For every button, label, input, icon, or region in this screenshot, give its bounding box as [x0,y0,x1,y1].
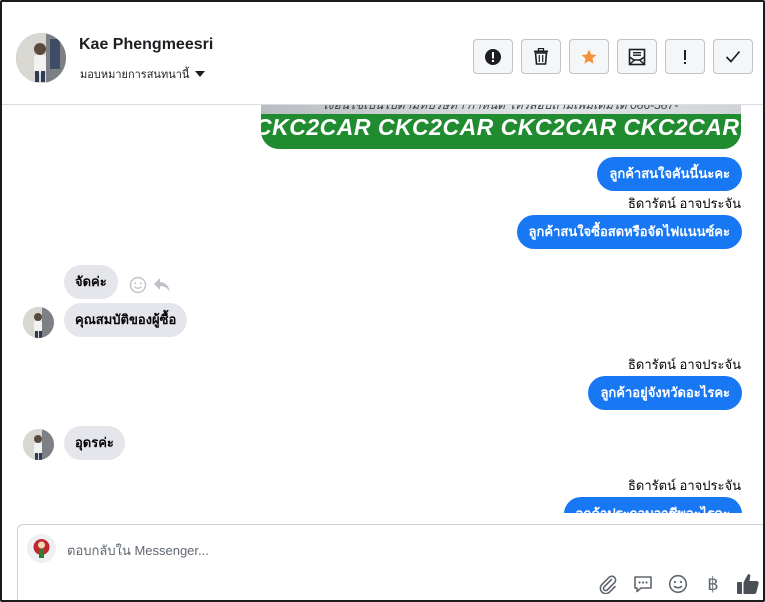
contact-avatar-small[interactable] [23,429,54,460]
star-button[interactable] [569,39,609,74]
message-outgoing[interactable]: ลูกค้าสนใจคันนี้นะคะ [597,157,742,191]
paperclip-icon [599,575,617,594]
sender-name: ธิดารัตน์ อาจประจัน [627,196,741,211]
conversation-header: Kae Phengmeesri มอบหมายการสนทนานี้ [2,2,763,105]
check-icon [725,50,741,63]
message-incoming[interactable]: จัดค่ะ [64,265,118,299]
alert-circle-icon [485,48,501,65]
contact-avatar[interactable] [16,33,66,83]
reply-input[interactable] [67,539,667,561]
page-avatar [27,534,56,563]
delete-button[interactable] [521,39,561,74]
message-outgoing[interactable]: ลูกค้าสนใจซื้อสดหรือจัดไฟแนนซ์คะ [516,215,742,249]
envelope-archive-icon [628,48,646,65]
conversation-window: Kae Phengmeesri มอบหมายการสนทนานี้ *เงื่… [0,0,765,602]
conversation-actions [473,39,753,74]
mark-spam-button[interactable] [473,39,513,74]
chat-bubble-icon [634,576,652,593]
assign-conversation-dropdown[interactable]: มอบหมายการสนทนานี้ [80,65,206,83]
reply-icon[interactable] [153,277,171,293]
star-icon [581,49,597,64]
image-attachment[interactable]: *เงื่อนไขเป็นไปตามที่บริษัทฯ กำหนด โทรสอ… [261,105,741,149]
mark-done-button[interactable] [713,39,753,74]
sender-name: ธิดารัตน์ อาจประจัน [627,478,741,493]
reply-composer: ฿ [17,524,763,600]
smiley-icon [668,574,688,594]
message-incoming[interactable]: คุณสมบัติของผู้ซื้อ [64,303,188,337]
baht-icon: ฿ [707,573,719,595]
composer-tools: ฿ [596,572,760,596]
message-outgoing[interactable]: ลูกค้าประกอบอาชีพอะไรคะ [563,497,742,513]
exclamation-icon [684,49,686,64]
like-button[interactable] [736,572,760,596]
payment-button[interactable]: ฿ [701,572,725,596]
message-hover-actions [129,276,171,294]
attach-button[interactable] [596,572,620,596]
trash-icon [534,48,548,65]
contact-name[interactable]: Kae Phengmeesri [79,36,213,54]
follow-up-button[interactable] [665,39,705,74]
message-outgoing[interactable]: ลูกค้าอยู่จังหวัดอะไรคะ [588,376,742,410]
contact-avatar-small[interactable] [23,307,54,338]
emoji-reaction-icon[interactable] [129,276,147,294]
saved-replies-button[interactable] [631,572,655,596]
message-incoming[interactable]: อุดรค่ะ [64,426,125,460]
message-thread[interactable]: *เงื่อนไขเป็นไปตามที่บริษัทฯ กำหนด โทรสอ… [2,105,763,513]
emoji-button[interactable] [666,572,690,596]
sender-name: ธิดารัตน์ อาจประจัน [627,357,741,372]
assign-label: มอบหมายการสนทนานี้ [80,69,190,81]
thumbs-up-icon [737,574,759,594]
banner-brand-text: CKC2CAR CKC2CAR CKC2CAR CKC2CAR CKC2CAR … [261,114,741,140]
move-to-done-button[interactable] [617,39,657,74]
caret-down-icon [195,71,206,77]
